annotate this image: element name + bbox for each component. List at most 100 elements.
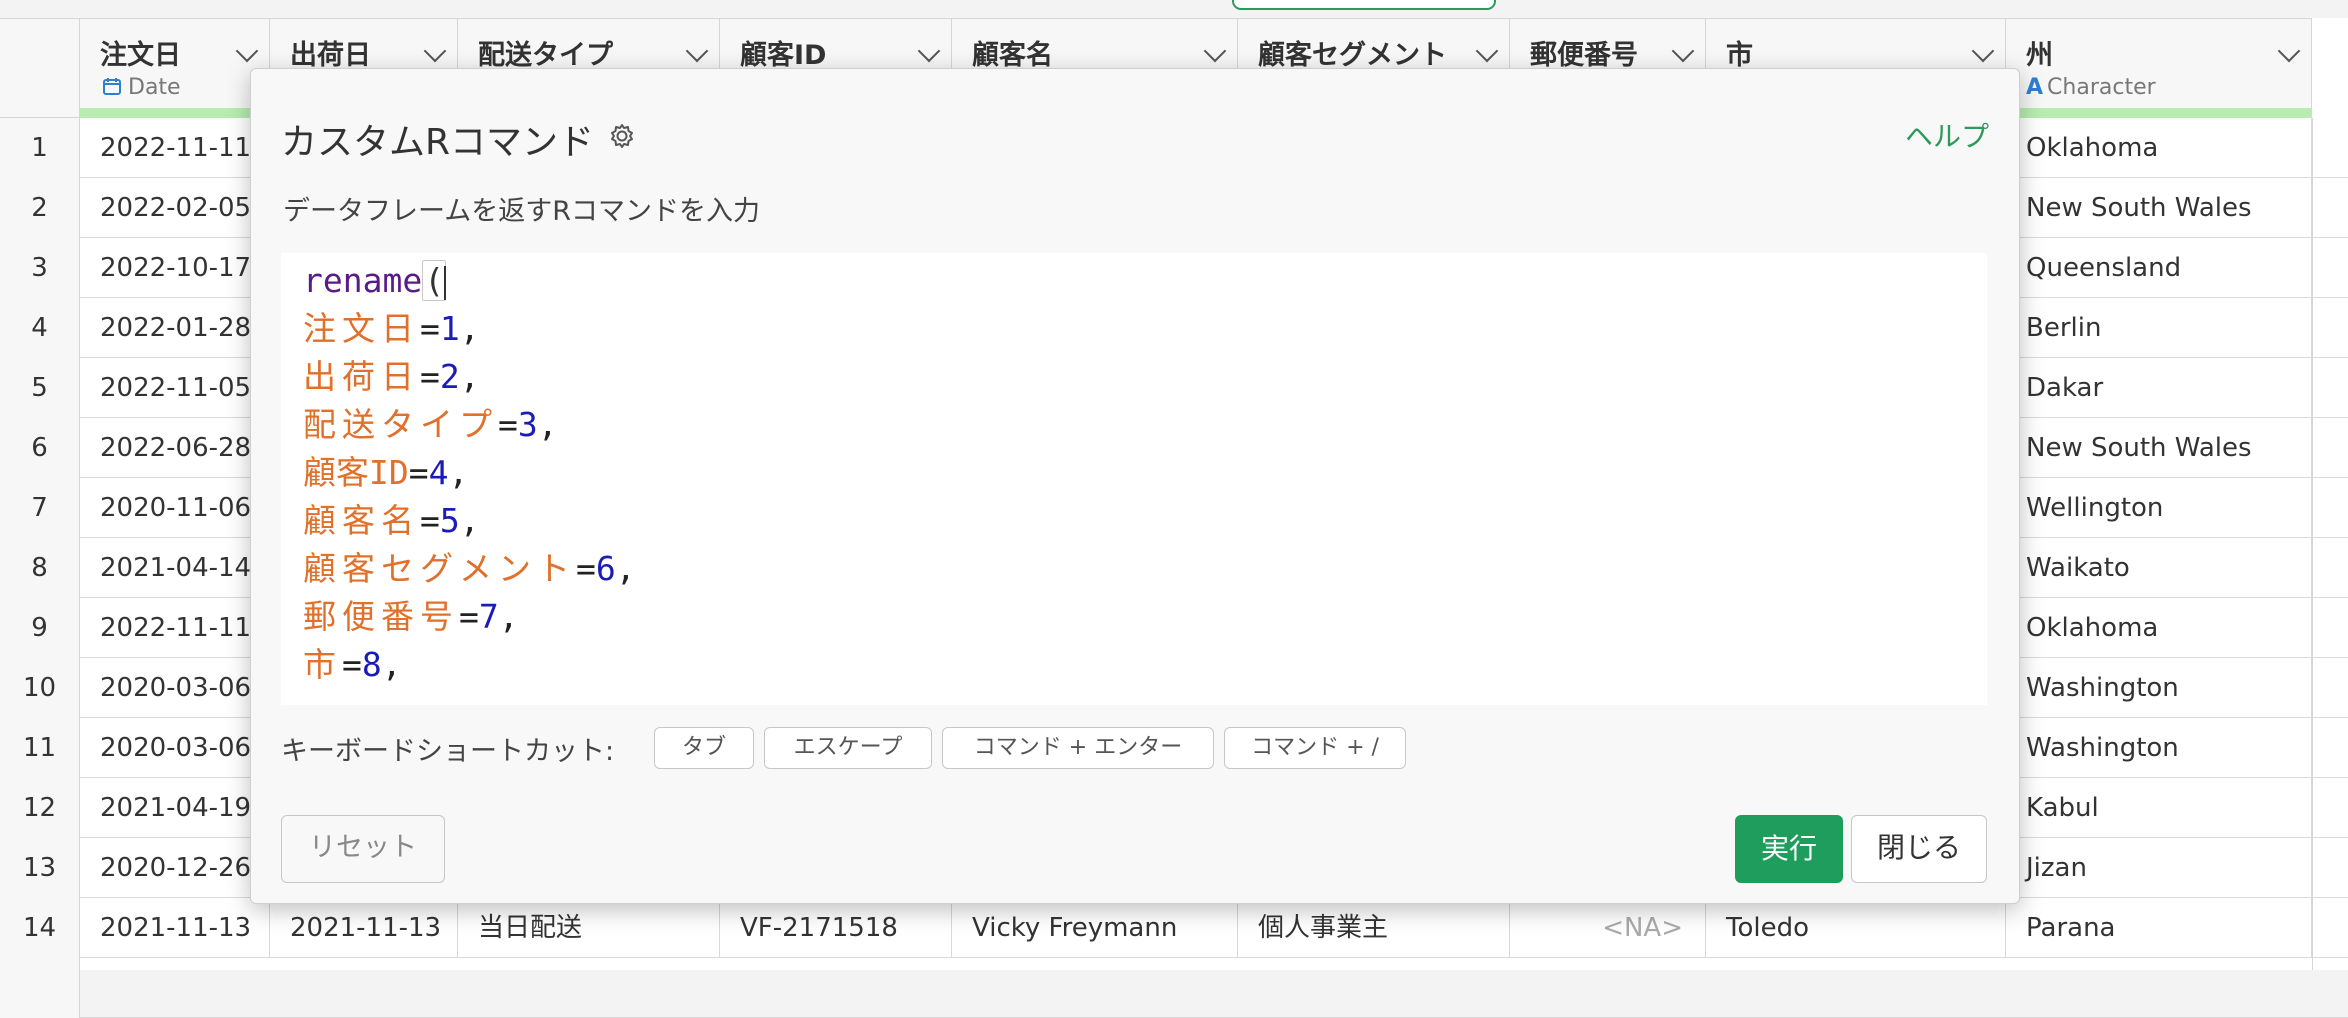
code-line: 顧客セグメント=6,: [303, 549, 636, 588]
table-cell[interactable]: Berlin: [2006, 298, 2312, 358]
code-function: rename: [303, 261, 423, 300]
column-type-label: Date: [128, 75, 181, 100]
table-cell[interactable]: Jizan: [2006, 838, 2312, 898]
code-line: 顧客ID=4,: [303, 453, 469, 492]
code-key: 配送タイプ: [303, 405, 498, 444]
table-cell[interactable]: Vicky Freymann: [952, 898, 1238, 958]
chevron-down-icon[interactable]: [1671, 39, 1695, 63]
code-line: 市=8,: [303, 645, 402, 684]
table-cell[interactable]: 2022-10-17: [80, 238, 270, 298]
table-cell[interactable]: 2020-03-06: [80, 658, 270, 718]
code-number: 1: [439, 309, 460, 348]
table-cell[interactable]: Washington: [2006, 718, 2312, 778]
row-number: 11: [0, 718, 80, 778]
table-cell[interactable]: VF-2171518: [720, 898, 952, 958]
table-cell[interactable]: 当日配送: [458, 898, 720, 958]
table-cell[interactable]: New South Wales: [2006, 418, 2312, 478]
custom-r-command-dialog: カスタムRコマンド ヘルプ データフレームを返すRコマンドを入力 rename(…: [250, 68, 2020, 904]
table-cell[interactable]: 2022-11-11: [80, 598, 270, 658]
column-header[interactable]: 注文日 Date: [80, 18, 270, 118]
type-strip: [80, 108, 269, 118]
row-number: 5: [0, 358, 80, 418]
chevron-down-icon[interactable]: [917, 39, 941, 63]
dialog-title: カスタムRコマンド: [281, 122, 595, 163]
run-button[interactable]: 実行: [1735, 815, 1843, 883]
table-cell[interactable]: 2020-03-06: [80, 718, 270, 778]
reset-button[interactable]: リセット: [281, 815, 445, 883]
row-number: [0, 958, 80, 1018]
code-key: 郵便番号: [303, 597, 459, 636]
code-paren: (: [422, 260, 447, 301]
table-cell[interactable]: 2022-02-05: [80, 178, 270, 238]
chevron-down-icon[interactable]: [1475, 39, 1499, 63]
column-name: 州: [2026, 40, 2053, 71]
row-number-header: [0, 18, 80, 118]
row-number: 3: [0, 238, 80, 298]
code-key: 市: [303, 645, 342, 684]
row-number: 13: [0, 838, 80, 898]
table-cell[interactable]: Dakar: [2006, 358, 2312, 418]
close-button[interactable]: 閉じる: [1851, 815, 1987, 883]
row-number: 12: [0, 778, 80, 838]
table-cell[interactable]: 個人事業主: [1238, 898, 1510, 958]
chevron-down-icon[interactable]: [1971, 39, 1995, 63]
table-cell[interactable]: Oklahoma: [2006, 598, 2312, 658]
help-link[interactable]: ヘルプ: [1905, 115, 1989, 155]
table-row[interactable]: [0, 958, 2348, 1018]
code-number: 8: [361, 645, 382, 684]
code-number: 5: [439, 501, 460, 540]
table-cell[interactable]: 2021-04-19: [80, 778, 270, 838]
table-cell[interactable]: <NA>: [1510, 898, 1706, 958]
table-cell[interactable]: Wellington: [2006, 478, 2312, 538]
shortcut-cmd-slash-button[interactable]: コマンド + /: [1224, 727, 1406, 769]
code-line: 顧客名=5,: [303, 501, 480, 540]
row-number: 14: [0, 898, 80, 958]
table-cell[interactable]: 2022-11-11: [80, 118, 270, 178]
table-cell[interactable]: Kabul: [2006, 778, 2312, 838]
dialog-description: データフレームを返すRコマンドを入力: [283, 196, 760, 227]
table-cell[interactable]: 2022-06-28: [80, 418, 270, 478]
toolbar-pill[interactable]: [1232, 0, 1496, 10]
code-number: 2: [439, 357, 460, 396]
shortcut-tab-button[interactable]: タブ: [654, 727, 754, 769]
table-cell[interactable]: 2021-04-14: [80, 538, 270, 598]
table-cell[interactable]: 2021-11-13: [270, 898, 458, 958]
code-number: 7: [478, 597, 499, 636]
scrollbar-track[interactable]: [2312, 118, 2313, 970]
shortcut-cmd-enter-button[interactable]: コマンド + エンター: [942, 727, 1214, 769]
chevron-down-icon[interactable]: [1203, 39, 1227, 63]
table-cell[interactable]: 2022-01-28: [80, 298, 270, 358]
table-cell[interactable]: New South Wales: [2006, 178, 2312, 238]
table-cell[interactable]: Toledo: [1706, 898, 2006, 958]
table-cell[interactable]: Waikato: [2006, 538, 2312, 598]
row-number: 9: [0, 598, 80, 658]
row-number: 1: [0, 118, 80, 178]
code-number: 6: [595, 549, 616, 588]
column-name: 顧客セグメント: [1258, 40, 1447, 71]
table-cell[interactable]: 2022-11-05: [80, 358, 270, 418]
table-cell[interactable]: Queensland: [2006, 238, 2312, 298]
code-number: 3: [517, 405, 538, 444]
chevron-down-icon[interactable]: [423, 39, 447, 63]
calendar-icon: [103, 78, 121, 95]
row-number: 8: [0, 538, 80, 598]
chevron-down-icon[interactable]: [235, 39, 259, 63]
table-cell[interactable]: Washington: [2006, 658, 2312, 718]
chevron-down-icon[interactable]: [685, 39, 709, 63]
table-cell[interactable]: Parana: [2006, 898, 2312, 958]
gear-icon[interactable]: [607, 121, 637, 151]
column-header[interactable]: 州 A Character: [2006, 18, 2312, 118]
toolbar-strip: [0, 0, 2348, 18]
code-editor[interactable]: rename( 注文日=1, 出荷日=2, 配送タイプ=3, 顧客ID=4, 顧…: [281, 253, 1987, 705]
chevron-down-icon[interactable]: [2277, 39, 2301, 63]
code-key: 出荷日: [303, 357, 420, 396]
table-cell[interactable]: 2020-11-06: [80, 478, 270, 538]
row-number: 7: [0, 478, 80, 538]
column-name: 市: [1726, 40, 1753, 71]
shortcut-escape-button[interactable]: エスケープ: [764, 727, 932, 769]
table-cell[interactable]: 2021-11-13: [80, 898, 270, 958]
table-cell[interactable]: 2020-12-26: [80, 838, 270, 898]
column-name: 配送タイプ: [478, 40, 613, 71]
table-cell[interactable]: Oklahoma: [2006, 118, 2312, 178]
table-row[interactable]: 14 2021-11-13 2021-11-13 当日配送 VF-2171518…: [0, 898, 2348, 958]
